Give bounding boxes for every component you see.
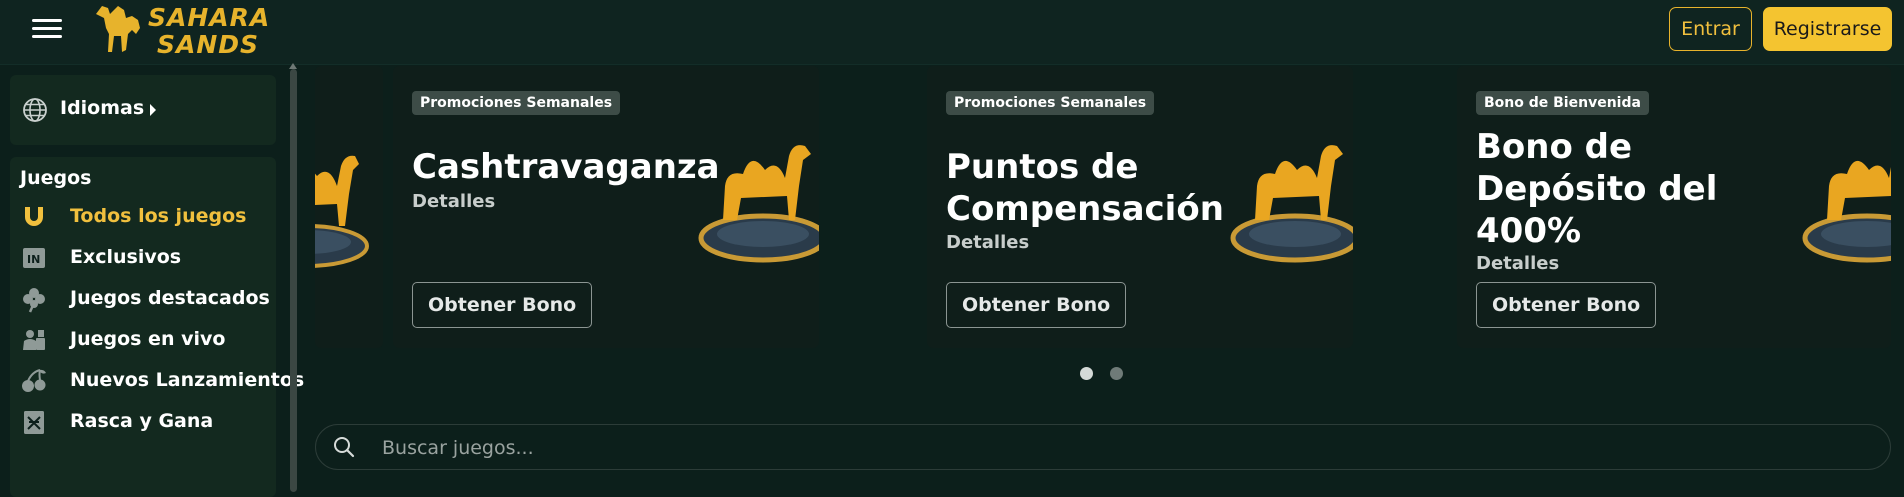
sidebar-item-label: Juegos en vivo [70,328,226,350]
claim-bonus-button[interactable]: Obtener Bono [946,282,1127,328]
sidebar-item-nuevos-lanzamientos[interactable]: Nuevos Lanzamientos [20,361,304,401]
scratch-card-icon [24,411,44,434]
sidebar-item-label: Juegos destacados [70,287,270,309]
exclusive-icon: IN [23,248,45,268]
logo-text: SAHARA SANDS [148,3,271,59]
promo-title: Cashtravaganza [412,147,720,187]
promo-details-link[interactable]: Detalles [412,191,495,212]
clover-icon [23,288,45,313]
globe-icon [23,98,47,122]
svg-text:IN: IN [27,253,40,266]
promo-card-partial[interactable] [315,66,383,348]
camel-logo-icon [96,6,140,52]
promo-badge: Promociones Semanales [946,91,1155,115]
promo-title: Puntos de Compensación [946,147,1224,229]
promo-card-puntos-compensacion[interactable]: Promociones Semanales Puntos de Compensa… [927,66,1353,348]
top-header: SAHARA SANDS Entrar Registrarse [0,0,1904,65]
sidebar-item-label: Nuevos Lanzamientos [70,369,305,391]
promo-card-bono-bienvenida[interactable]: Bono de Bienvenida Bono de Depósito del … [1457,66,1891,348]
golden-camel-icon [1230,145,1353,263]
sidebar-item-juegos-en-vivo[interactable]: Juegos en vivo [20,320,276,360]
golden-camel-icon [1802,161,1891,263]
horseshoe-icon [25,207,43,226]
sidebar-item-label: Rasca y Gana [70,410,214,432]
search-icon [334,437,355,458]
sidebar-item-exclusivos[interactable]: IN Exclusivos [20,238,276,278]
sidebar-item-label: Exclusivos [70,246,182,268]
promo-badge: Promociones Semanales [412,91,621,115]
language-selector[interactable]: Idiomas [10,75,276,145]
site-logo[interactable]: SAHARA SANDS [88,0,288,60]
language-label: Idiomas [60,97,145,119]
games-section-title: Juegos [20,167,92,189]
sidebar-item-rasca-y-gana[interactable]: Rasca y Gana [20,402,276,442]
search-input[interactable] [380,432,1864,464]
carousel-pagination [1080,367,1130,381]
promo-details-link[interactable]: Detalles [946,232,1029,253]
promo-badge: Bono de Bienvenida [1476,91,1649,115]
hamburger-menu-icon[interactable] [32,16,64,48]
claim-bonus-button[interactable]: Obtener Bono [1476,282,1657,328]
carousel-dot-2[interactable] [1110,367,1123,380]
promo-title: Bono de Depósito del 400% [1476,127,1718,251]
promo-carousel[interactable]: Promociones Semanales Cashtravaganza Det… [315,66,1891,348]
promo-card-cashtravaganza[interactable]: Promociones Semanales Cashtravaganza Det… [393,66,819,348]
games-menu: Juegos Todos los juegos IN Exclusivos Ju… [10,157,304,497]
login-button[interactable]: Entrar [1669,7,1752,51]
carousel-dot-1[interactable] [1080,367,1093,380]
sidebar: Idiomas Juegos Todos los juegos IN Exclu… [0,63,304,497]
golden-camel-icon [315,155,369,268]
live-dealer-icon [23,330,45,350]
game-search-bar [315,424,1891,470]
promo-details-link[interactable]: Detalles [1476,253,1559,274]
cherries-icon [22,369,46,392]
golden-camel-icon [698,145,819,263]
sidebar-item-todos-los-juegos[interactable]: Todos los juegos [20,197,276,237]
sidebar-item-label: Todos los juegos [70,205,247,227]
claim-bonus-button[interactable]: Obtener Bono [412,282,593,328]
register-button[interactable]: Registrarse [1763,7,1892,51]
sidebar-item-juegos-destacados[interactable]: Juegos destacados [20,279,276,319]
sidebar-scrollbar[interactable] [290,69,297,492]
caret-right-icon [150,104,156,116]
